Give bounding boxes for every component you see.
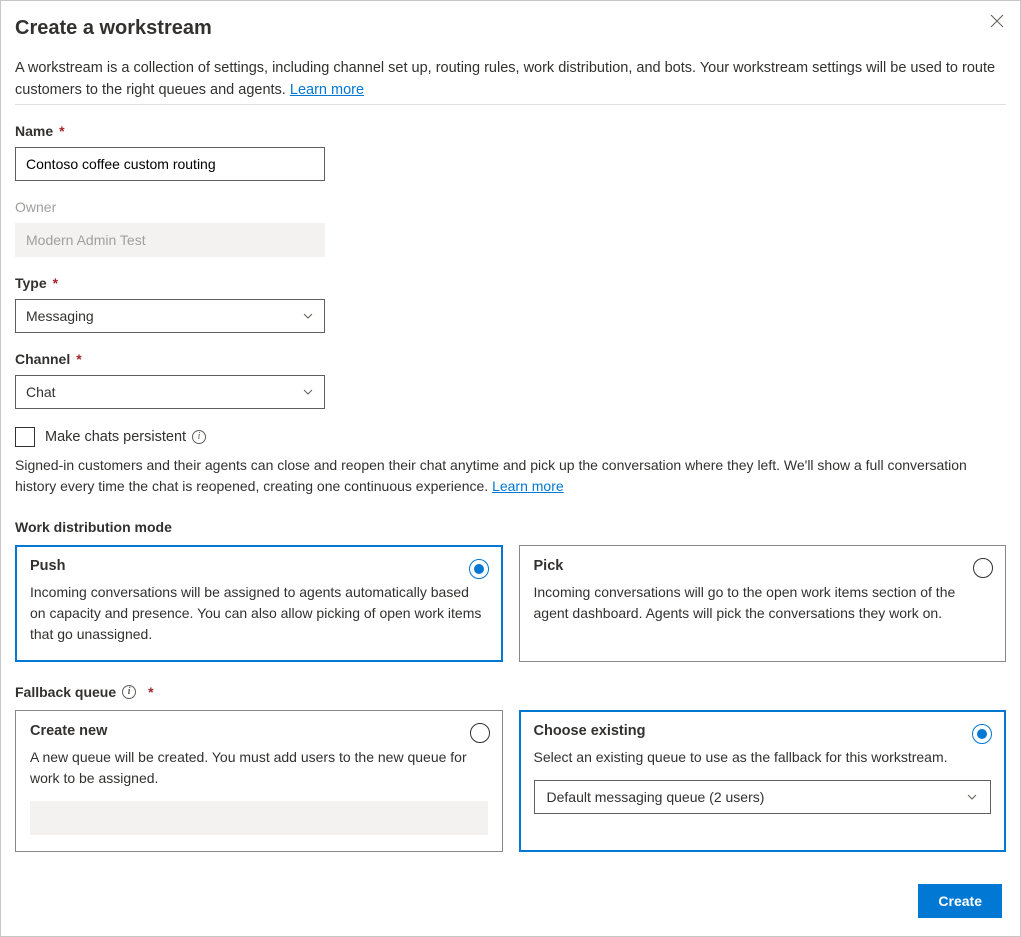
existing-queue-select[interactable]: Default messaging queue (2 users) — [534, 780, 992, 814]
intro-learn-more-link[interactable]: Learn more — [290, 82, 364, 98]
create-button[interactable]: Create — [918, 884, 1002, 918]
name-input[interactable] — [15, 147, 325, 181]
info-icon[interactable]: i — [122, 685, 136, 699]
push-desc: Incoming conversations will be assigned … — [30, 582, 488, 645]
persistent-learn-more-link[interactable]: Learn more — [492, 478, 564, 494]
create-new-title: Create new — [30, 723, 488, 739]
channel-label: Channel* — [15, 351, 1006, 367]
chevron-down-icon — [302, 386, 314, 398]
dialog-title: Create a workstream — [15, 17, 1006, 40]
push-title: Push — [30, 558, 488, 574]
channel-select[interactable]: Chat — [15, 375, 325, 409]
type-select[interactable]: Messaging — [15, 299, 325, 333]
info-icon[interactable]: i — [192, 430, 206, 444]
distribution-label: Work distribution mode — [15, 519, 1006, 535]
persistent-checkbox[interactable] — [15, 427, 35, 447]
radio-choose-existing[interactable] — [972, 724, 992, 744]
pick-desc: Incoming conversations will go to the op… — [534, 582, 992, 624]
required-asterisk: * — [76, 351, 81, 367]
fallback-label: Fallback queue i * — [15, 684, 1006, 700]
persistent-label: Make chats persistent i — [45, 429, 206, 445]
distribution-push-card[interactable]: Push Incoming conversations will be assi… — [15, 545, 503, 662]
required-asterisk: * — [59, 123, 64, 139]
choose-existing-title: Choose existing — [534, 723, 992, 739]
required-asterisk: * — [148, 684, 153, 700]
required-asterisk: * — [53, 275, 58, 291]
radio-pick[interactable] — [973, 558, 993, 578]
owner-input: Modern Admin Test — [15, 223, 325, 257]
chevron-down-icon — [302, 310, 314, 322]
radio-create-new[interactable] — [470, 723, 490, 743]
create-new-input-disabled — [30, 801, 488, 835]
pick-title: Pick — [534, 558, 992, 574]
type-label: Type* — [15, 275, 1006, 291]
choose-existing-desc: Select an existing queue to use as the f… — [534, 747, 992, 768]
persistent-help: Signed-in customers and their agents can… — [15, 455, 1006, 497]
intro-body: A workstream is a collection of settings… — [15, 60, 995, 98]
owner-label: Owner — [15, 199, 1006, 215]
intro-text: A workstream is a collection of settings… — [15, 58, 1006, 105]
name-label: Name* — [15, 123, 1006, 139]
fallback-existing-card[interactable]: Choose existing Select an existing queue… — [519, 710, 1007, 852]
fallback-create-card[interactable]: Create new A new queue will be created. … — [15, 710, 503, 852]
radio-push[interactable] — [469, 559, 489, 579]
chevron-down-icon — [966, 791, 978, 803]
distribution-pick-card[interactable]: Pick Incoming conversations will go to t… — [519, 545, 1007, 662]
create-workstream-dialog: Create a workstream A workstream is a co… — [0, 0, 1021, 937]
close-icon[interactable] — [986, 9, 1008, 35]
create-new-desc: A new queue will be created. You must ad… — [30, 747, 488, 789]
